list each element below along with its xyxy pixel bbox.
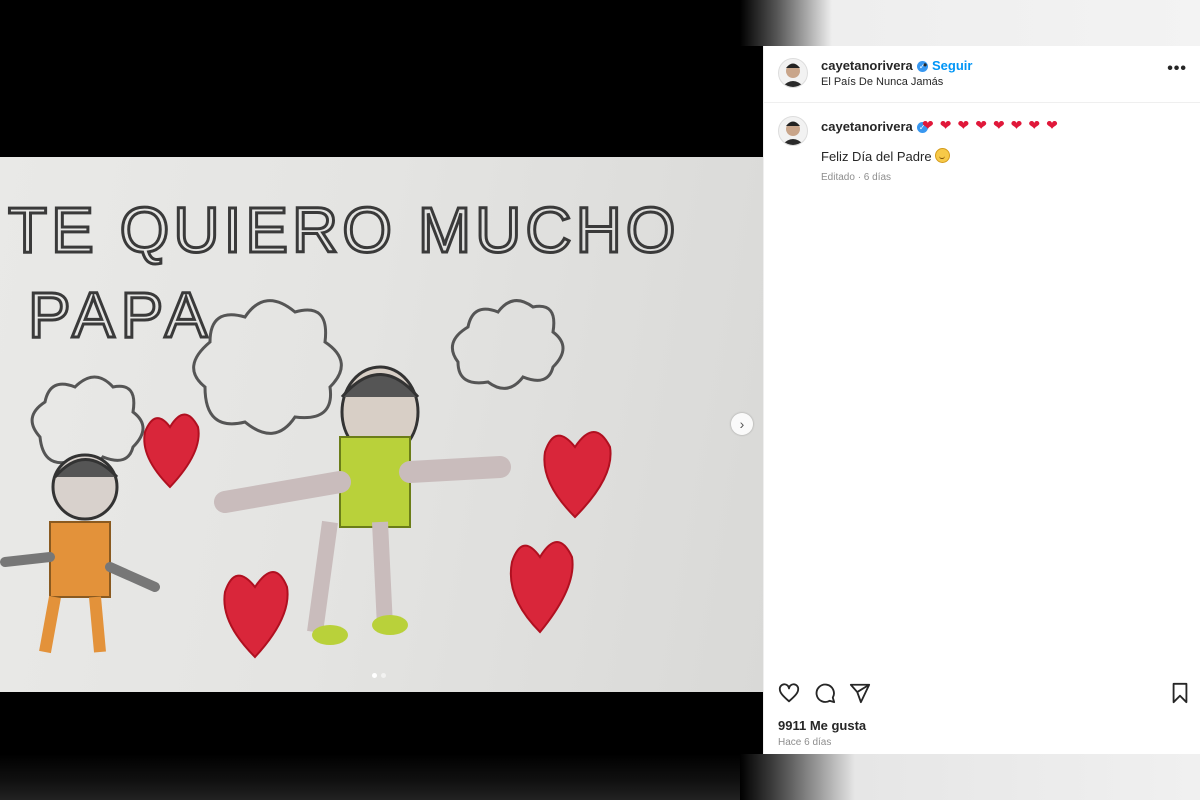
carousel-next-button[interactable]: › [731,413,753,435]
post-username[interactable]: cayetanorivera ✓ [821,58,928,73]
post-location[interactable]: El País De Nunca Jamás [821,76,943,88]
post-actions [764,682,1200,706]
caption-username[interactable]: cayetanorivera ✓ [821,119,928,134]
likes-count[interactable]: 9911 Me gusta [778,718,866,733]
red-heart-emoji-icon: ❤ [922,117,934,133]
carousel-dot-active [372,673,377,678]
post-media: TE QUIERO MUCHO PAPA › [0,0,763,800]
red-heart-emoji-icon: ❤ [1010,117,1023,133]
red-heart-emoji-icon: ❤ [975,117,987,133]
post-time-ago: Hace 6 días [778,737,832,748]
username-text[interactable]: cayetanorivera [821,58,913,73]
red-heart-emoji-icon: ❤ [1028,117,1041,133]
screenshot-edge-top [740,0,1200,46]
drawing-artwork: TE QUIERO MUCHO PAPA [0,193,680,659]
caption-text-line: Feliz Día del Padre [821,148,950,164]
follow-button[interactable]: Seguir [932,58,972,73]
paper-plane-icon[interactable] [849,682,871,704]
red-heart-emoji-icon: ❤ [1046,117,1058,133]
drawing-text-line-2: PAPA [28,279,213,351]
bookmark-icon[interactable] [1169,682,1191,704]
comment-bubble-icon[interactable] [814,682,836,704]
post-header: cayetanorivera ✓ • Seguir El País De Nunc… [764,46,1200,103]
caption-avatar[interactable] [778,116,808,146]
child-drawing-image: TE QUIERO MUCHO PAPA [0,157,763,692]
header-separator: • [923,58,928,72]
red-heart-emoji-icon: ❤ [957,117,970,133]
heart-outline-icon[interactable] [778,682,800,704]
red-heart-emoji-icon: ❤ [992,117,1005,133]
more-options-icon[interactable]: ••• [1167,60,1187,78]
screenshot-edge-bottom [740,754,1200,800]
caption-hearts: ❤ ❤ ❤ ❤ ❤ ❤ ❤ ❤ [922,118,1058,132]
screenshot-edge-bottom-left [0,754,763,800]
red-heart-emoji-icon: ❤ [939,117,952,133]
drawing-text-line-1: TE QUIERO MUCHO [8,194,680,266]
caption-text: Feliz Día del Padre [821,149,932,164]
carousel-dots [372,673,386,678]
avatar[interactable] [778,58,808,88]
carousel-dot [381,673,386,678]
drawing-child-figure [0,453,160,654]
smiling-face-emoji-icon [934,148,950,163]
post-side-panel: cayetanorivera ✓ • Seguir El País De Nunc… [763,46,1200,754]
caption-username-text[interactable]: cayetanorivera [821,119,913,134]
caption-meta: Editado · 6 días [821,172,892,183]
